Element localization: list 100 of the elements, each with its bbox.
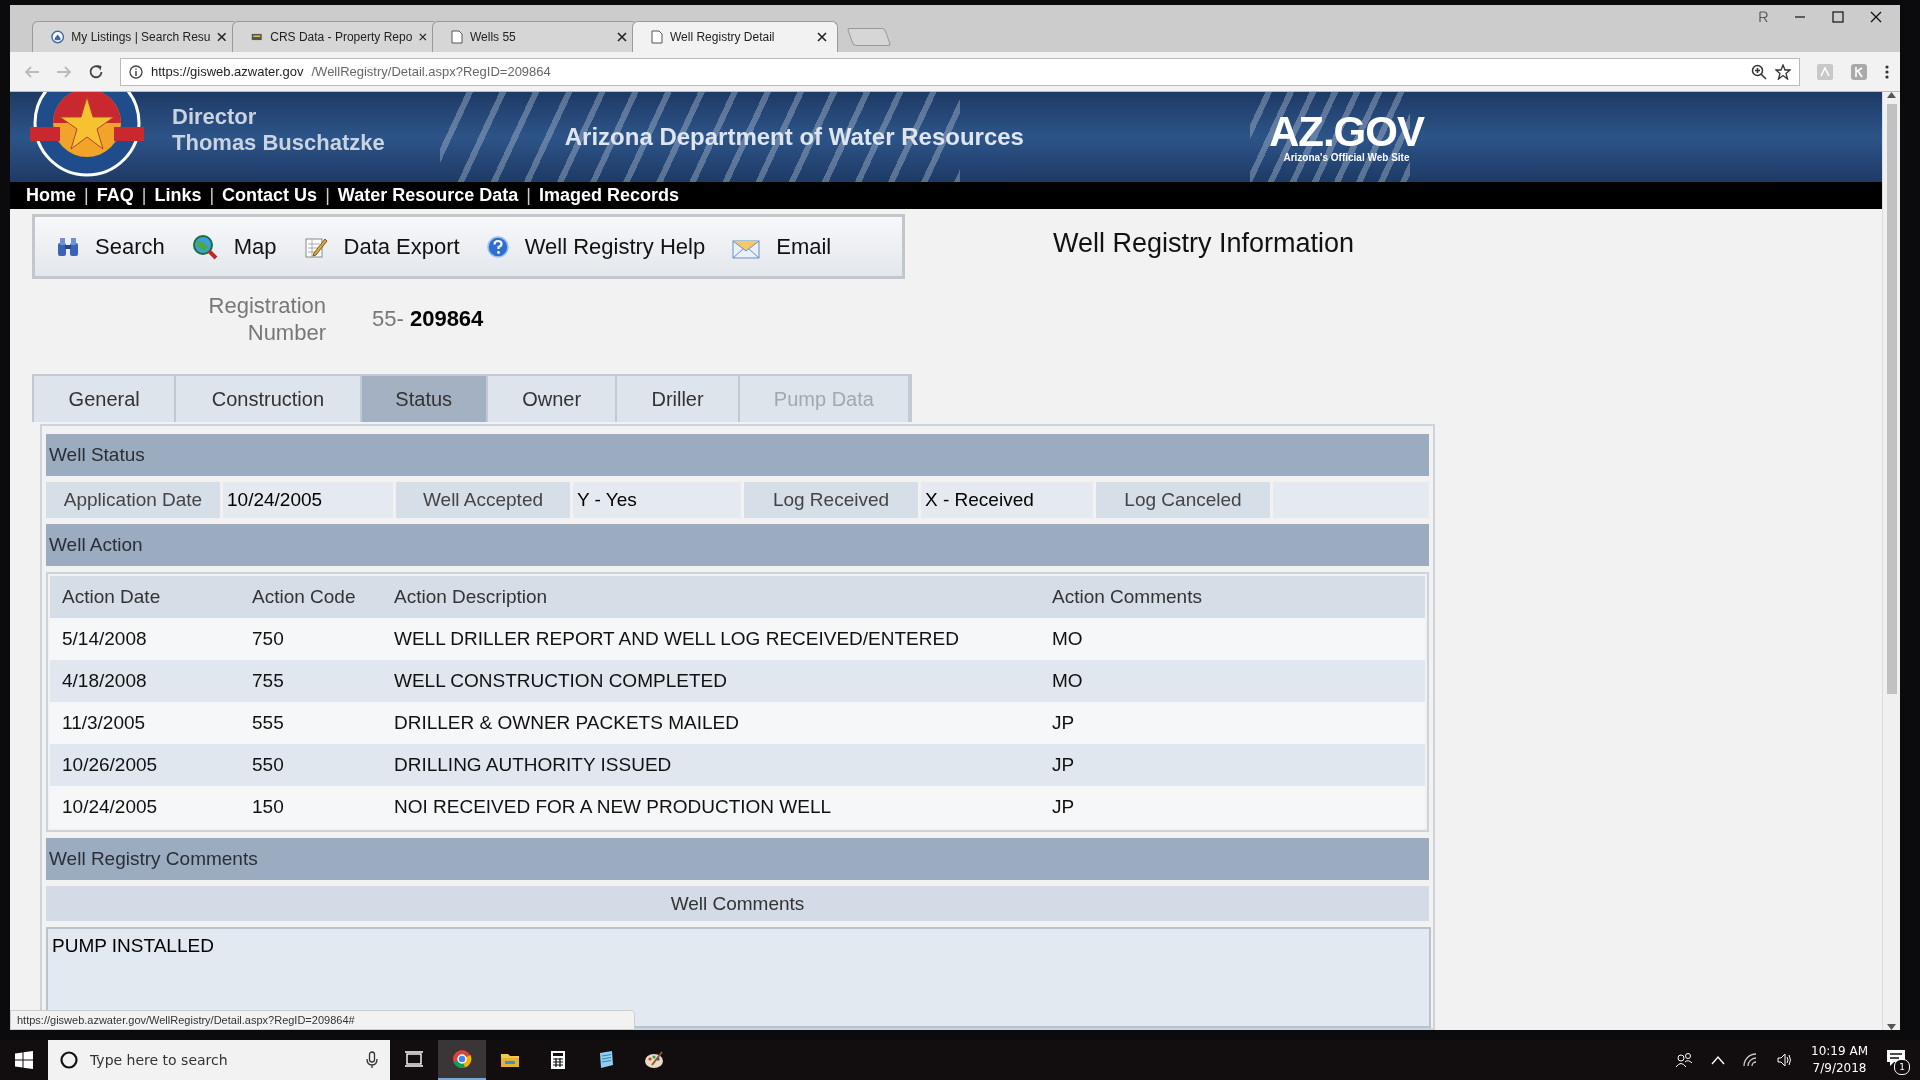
section-header: Well Action xyxy=(46,524,1429,566)
table-cell: MO xyxy=(1040,660,1425,702)
table-cell: 150 xyxy=(240,786,382,828)
document-icon xyxy=(251,31,264,43)
scrollbar[interactable] xyxy=(1882,92,1900,1030)
table-cell: 11/3/2005 xyxy=(50,702,240,744)
nav-link[interactable]: Contact Us xyxy=(222,185,318,206)
table-cell: WELL CONSTRUCTION COMPLETED xyxy=(382,660,1040,702)
section-header: Well Registry Comments xyxy=(46,838,1429,880)
globe-magnifier-icon xyxy=(191,233,218,260)
chrome-icon[interactable] xyxy=(452,1049,472,1069)
nav-link[interactable]: Home xyxy=(26,185,76,206)
table-cell: 4/18/2008 xyxy=(50,660,240,702)
taskbar-search-field[interactable]: Type here to search xyxy=(48,1040,390,1080)
field-label: Log Canceled xyxy=(1096,482,1270,518)
tab[interactable]: Owner xyxy=(487,376,618,422)
star-icon[interactable] xyxy=(1775,63,1791,80)
more-icon[interactable] xyxy=(1884,63,1890,80)
table-cell: 755 xyxy=(240,660,382,702)
field-value: X - Received xyxy=(921,482,1093,518)
tab[interactable]: General xyxy=(34,376,177,422)
table-cell: WELL DRILLER REPORT AND WELL LOG RECEIVED/ENTERED xyxy=(382,618,1040,660)
field-value: Y - Yes xyxy=(573,482,741,518)
tab[interactable]: Status xyxy=(361,376,488,422)
field-value: 10/24/2005 xyxy=(223,482,393,518)
windows-icon[interactable] xyxy=(15,1051,33,1069)
people-icon[interactable] xyxy=(1675,1052,1694,1068)
registration-label: Registration Number xyxy=(207,292,326,346)
toolbar-button[interactable]: Map xyxy=(191,233,277,260)
director-name: Thomas Buschatzke xyxy=(172,130,385,156)
page-icon xyxy=(451,30,463,44)
table-cell: JP xyxy=(1040,744,1425,786)
nav-link[interactable]: Water Resource Data xyxy=(337,185,519,206)
section-header: Well Status xyxy=(46,434,1429,476)
microphone-icon xyxy=(366,1051,378,1069)
page-title: Well Registry Information xyxy=(1053,228,1355,259)
separator: | xyxy=(526,185,531,206)
binoculars-icon xyxy=(57,235,79,258)
paint-palette-icon[interactable] xyxy=(644,1050,664,1070)
reload-icon[interactable] xyxy=(88,63,104,80)
notification-badge: 1 xyxy=(1894,1059,1910,1075)
portal-logo[interactable]: AZ.GOV Arizona's Official Web Site xyxy=(1268,111,1424,163)
address-field[interactable]: https://gisweb.azwater.gov /WellRegistry/Detail.aspx?RegID=209864 xyxy=(120,57,1800,86)
separator: | xyxy=(141,185,147,206)
toolbar-button[interactable]: Email xyxy=(732,233,832,260)
clock-date: 7/9/2018 xyxy=(1812,1060,1867,1077)
close-icon[interactable] xyxy=(817,32,827,42)
close-icon[interactable] xyxy=(217,32,227,42)
info-icon xyxy=(129,64,143,79)
profile-icon xyxy=(1758,11,1768,23)
volume-icon[interactable] xyxy=(1777,1053,1794,1067)
cortana-icon xyxy=(60,1051,78,1069)
browser-tab[interactable]: Well Registry Detail xyxy=(632,21,838,52)
column-header: Action Date xyxy=(50,576,240,618)
column-header: Action Comments xyxy=(1040,576,1425,618)
table-cell: NOI RECEIVED FOR A NEW PRODUCTION WELL xyxy=(382,786,1040,828)
table-cell: JP xyxy=(1040,702,1425,744)
table-cell: 750 xyxy=(240,618,382,660)
column-header: Action Description xyxy=(382,576,1040,618)
tab[interactable]: Driller xyxy=(617,376,740,422)
table-cell: DRILLER & OWNER PACKETS MAILED xyxy=(382,702,1040,744)
field-label: Application Date xyxy=(46,482,220,518)
nav-link[interactable]: FAQ xyxy=(96,185,134,206)
separator: | xyxy=(209,185,215,206)
close-icon[interactable] xyxy=(419,32,427,42)
scroll-down-icon[interactable] xyxy=(1887,1024,1896,1030)
registration-number: 55- 209864 xyxy=(372,306,484,332)
chevron-up-icon[interactable] xyxy=(1711,1055,1726,1065)
table-cell: 5/14/2008 xyxy=(50,618,240,660)
clock-time: 10:19 AM xyxy=(1811,1043,1868,1060)
nav-link[interactable]: Links xyxy=(154,185,202,206)
table-cell: 550 xyxy=(240,744,382,786)
nav-link[interactable]: Imaged Records xyxy=(538,185,679,206)
toolbar-button[interactable]: Well Registry Help xyxy=(486,233,706,260)
close-icon[interactable] xyxy=(1870,11,1882,23)
director-label: Director xyxy=(172,104,258,130)
field-label: Log Received xyxy=(744,482,918,518)
table-cell: 555 xyxy=(240,702,382,744)
close-icon[interactable] xyxy=(617,32,627,42)
zoom-icon[interactable] xyxy=(1751,63,1767,80)
agency-name: Arizona Department of Water Resources xyxy=(564,123,1024,151)
table-cell: MO xyxy=(1040,618,1425,660)
table-cell: JP xyxy=(1040,786,1425,828)
tab[interactable]: Construction xyxy=(176,376,362,422)
task-view-icon[interactable] xyxy=(404,1050,424,1070)
maximize-icon[interactable] xyxy=(1832,11,1844,23)
table-cell: 10/24/2005 xyxy=(50,786,240,828)
toolbar-button[interactable]: Search xyxy=(57,233,165,260)
separator: | xyxy=(325,185,330,206)
table-cell: DRILLING AUTHORITY ISSUED xyxy=(382,744,1040,786)
separator: | xyxy=(84,185,89,206)
table-cell: 10/26/2005 xyxy=(50,744,240,786)
status-url: https://gisweb.azwater.gov/WellRegistry/Detail.aspx?RegID=209864# xyxy=(10,1010,635,1030)
field-label: Well Accepted xyxy=(396,482,570,518)
toolbar-button[interactable]: Data Export xyxy=(303,233,460,260)
page-icon xyxy=(651,30,663,44)
calculator-icon[interactable] xyxy=(548,1050,568,1070)
house-icon xyxy=(51,30,65,44)
help-icon xyxy=(486,235,509,258)
column-header: Well Comments xyxy=(46,886,1429,921)
